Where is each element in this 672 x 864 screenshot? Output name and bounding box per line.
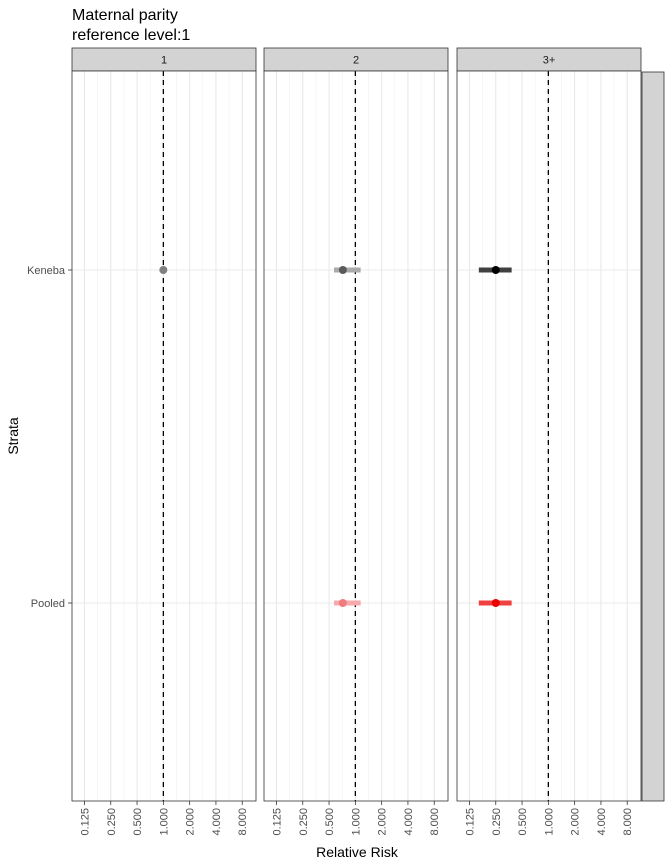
x-tick-label: 1.000 bbox=[158, 808, 170, 836]
panel-background bbox=[72, 71, 256, 801]
x-tick-label: 8.000 bbox=[237, 808, 249, 836]
x-axis-title: Relative Risk bbox=[316, 844, 399, 860]
x-tick-label: 0.250 bbox=[491, 808, 503, 836]
facet-panel: 3+ 0.125 0.250 0.500 1.000 2.000 4.000 8.000 bbox=[456, 47, 642, 836]
x-tick-label: 0.500 bbox=[324, 808, 336, 836]
chart-title-line-1: Maternal parity bbox=[72, 7, 178, 24]
y-tick-label: Keneba bbox=[27, 265, 66, 277]
x-tick-label: 2.000 bbox=[185, 808, 197, 836]
x-tick-label: 2.000 bbox=[570, 808, 582, 836]
x-tick-label: 4.000 bbox=[596, 808, 608, 836]
point-estimate bbox=[491, 266, 500, 274]
x-tick-label: 0.500 bbox=[132, 808, 144, 836]
point-estimate bbox=[491, 599, 500, 607]
chart-title-line-2: reference level:1 bbox=[72, 27, 190, 44]
x-tick-label: 8.000 bbox=[429, 808, 441, 836]
x-tick-label: 0.250 bbox=[106, 808, 118, 836]
point-estimate bbox=[338, 599, 347, 607]
forest-plot: Maternal parity reference level:1 1 0.125… bbox=[5, 7, 665, 860]
y-tick-label: Pooled bbox=[31, 598, 65, 610]
facet-panel: 2 0.125 0.250 0.500 1.000 2.000 4.000 8.000 bbox=[263, 47, 449, 836]
right-strip bbox=[641, 71, 665, 802]
facet-strip-label: 3+ bbox=[543, 55, 556, 67]
x-tick-label: 8.000 bbox=[622, 808, 634, 836]
x-tick-label: 1.000 bbox=[350, 808, 362, 836]
facet-strip-label: 1 bbox=[161, 55, 167, 67]
x-tick-label: 2.000 bbox=[377, 808, 389, 836]
facet-panels: 1 0.125 0.250 0.500 1.000 2.000 4.000 8.000 2 0.1… bbox=[71, 47, 642, 836]
x-tick-label: 0.125 bbox=[464, 808, 476, 836]
x-tick-label: 0.125 bbox=[271, 808, 283, 836]
x-tick-label: 0.250 bbox=[298, 808, 310, 836]
facet-panel: 1 0.125 0.250 0.500 1.000 2.000 4.000 8.000 bbox=[71, 47, 257, 836]
chart-title: Maternal parity reference level:1 bbox=[72, 7, 190, 44]
point-estimate bbox=[338, 266, 347, 274]
x-tick-label: 1.000 bbox=[543, 808, 555, 836]
facet-strip-label: 2 bbox=[353, 55, 359, 67]
x-tick-label: 0.500 bbox=[517, 808, 529, 836]
x-tick-label: 0.125 bbox=[79, 808, 91, 836]
x-tick-label: 4.000 bbox=[403, 808, 415, 836]
y-axis-title: Strata bbox=[5, 417, 21, 455]
point-estimate bbox=[159, 266, 168, 274]
panel-background bbox=[457, 71, 641, 801]
panel-background bbox=[264, 71, 448, 801]
y-axis: Keneba Pooled bbox=[27, 265, 72, 610]
x-tick-label: 4.000 bbox=[211, 808, 223, 836]
